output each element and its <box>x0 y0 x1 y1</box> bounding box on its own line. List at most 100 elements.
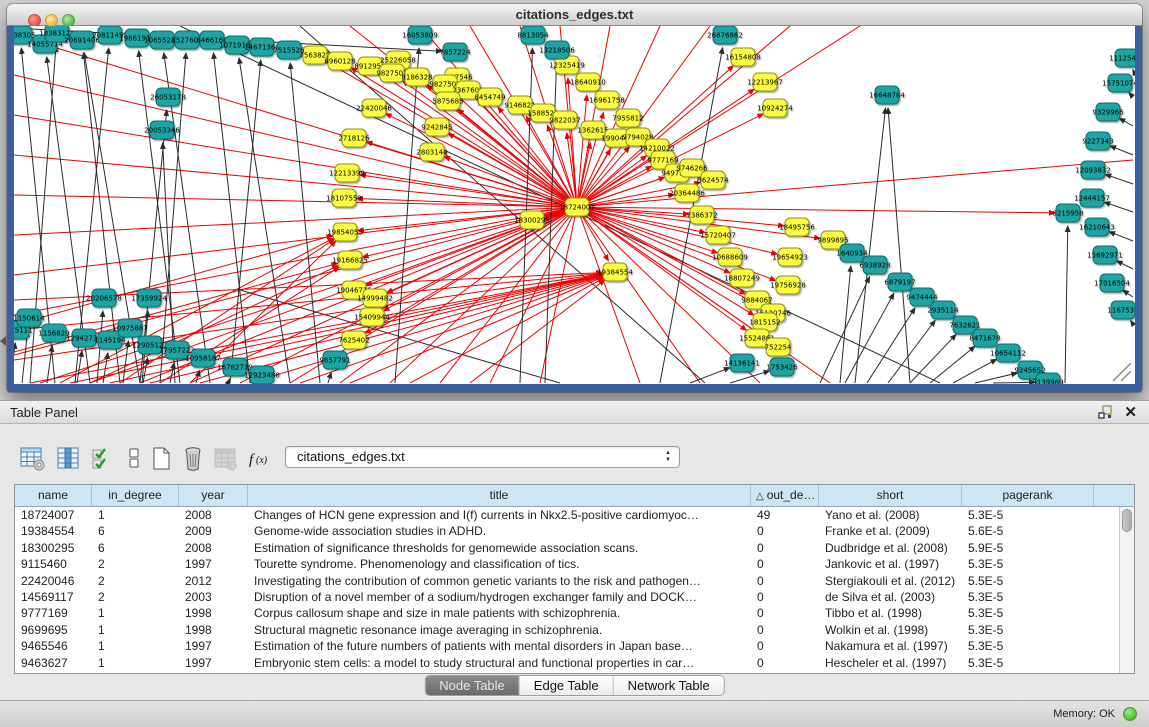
graph-node[interactable]: 12213967 <box>747 73 783 91</box>
graph-node[interactable]: 8471678 <box>969 329 1000 347</box>
table-row[interactable]: 946362711997Embryonic stem cells: a mode… <box>15 655 1119 671</box>
graph-node[interactable]: 17016504 <box>1094 274 1130 292</box>
graph-node[interactable]: 16961758 <box>589 91 625 109</box>
column-header-name[interactable]: name <box>15 485 92 506</box>
table-cell[interactable]: Corpus callosum shape and size in male p… <box>248 605 751 621</box>
table-cell[interactable]: 5.5E-5 <box>962 573 1094 589</box>
table-cell[interactable]: 2 <box>92 556 179 572</box>
graph-node[interactable]: 7515526 <box>273 41 305 59</box>
table-cell[interactable]: 5.3E-5 <box>962 655 1094 671</box>
tab-node-table[interactable]: Node Table <box>425 676 520 695</box>
table-cell[interactable]: 18724007 <box>15 507 92 523</box>
graph-node[interactable]: 15720407 <box>700 226 736 244</box>
graph-node[interactable]: 16053809 <box>402 26 438 44</box>
graph-node[interactable]: 10688609 <box>712 248 748 266</box>
table-cell[interactable]: 0 <box>751 655 819 671</box>
table-cell[interactable]: Tibbo et al. (1998) <box>819 605 962 621</box>
column-header-year[interactable]: year <box>179 485 248 506</box>
table-cell[interactable]: 0 <box>751 540 819 556</box>
graph-node[interactable]: 9242845 <box>421 118 452 136</box>
table-cell[interactable]: Embryonic stem cells: a model to study s… <box>248 655 751 671</box>
select-columns-icon[interactable] <box>88 443 116 473</box>
table-cell[interactable]: Disruption of a novel member of a sodium… <box>248 589 751 605</box>
table-cell[interactable]: 2003 <box>179 589 248 605</box>
graph-node[interactable]: 2935114 <box>927 301 959 319</box>
table-cell[interactable]: 5.3E-5 <box>962 638 1094 654</box>
table-cell[interactable]: Hescheler et al. (1997) <box>819 655 962 671</box>
table-cell[interactable]: 1 <box>92 507 179 523</box>
table-cell[interactable]: Jankovic et al. (1997) <box>819 556 962 572</box>
table-cell[interactable]: Genome-wide association studies in ADHD. <box>248 523 751 539</box>
window-titlebar[interactable]: citations_edges.txt <box>7 4 1142 26</box>
table-cell[interactable]: 6 <box>92 540 179 556</box>
table-cell[interactable]: 1 <box>92 622 179 638</box>
show-columns-icon[interactable] <box>54 443 82 473</box>
graph-node[interactable]: 12093832 <box>1075 161 1111 179</box>
table-cell[interactable]: Stergiakouli et al. (2012) <box>819 573 962 589</box>
graph-node[interactable]: 752254 <box>765 338 792 356</box>
table-cell[interactable]: Structural magnetic resonance image aver… <box>248 622 751 638</box>
table-row[interactable]: 911546021997Tourette syndrome. Phenomeno… <box>15 556 1119 572</box>
table-cell[interactable]: 0 <box>751 605 819 621</box>
graph-node[interactable]: 5875685 <box>432 92 463 110</box>
table-cell[interactable]: 5.3E-5 <box>962 507 1094 523</box>
column-header-out_de[interactable]: △out_de… <box>751 485 819 506</box>
table-cell[interactable]: Dudbridge et al. (2008) <box>819 540 962 556</box>
table-select-dropdown[interactable]: citations_edges.txt▲▼ <box>285 446 680 468</box>
graph-node[interactable]: 7386372 <box>686 206 717 224</box>
graph-node[interactable]: 26876862 <box>707 26 743 44</box>
table-cell[interactable]: 5.3E-5 <box>962 556 1094 572</box>
table-cell[interactable]: 0 <box>751 638 819 654</box>
graph-node[interactable]: 15751074 <box>1102 74 1135 92</box>
table-cell[interactable]: Wolkin et al. (1998) <box>819 622 962 638</box>
graph-node[interactable]: 12213399 <box>329 164 365 182</box>
table-cell[interactable]: 1 <box>92 655 179 671</box>
table-cell[interactable]: 1 <box>92 638 179 654</box>
table-row[interactable]: 946554611997Estimation of the future num… <box>15 638 1119 654</box>
function-builder-icon[interactable]: f(x) <box>246 443 274 473</box>
column-header-title[interactable]: title <box>248 485 751 506</box>
graph-node[interactable]: 19756928 <box>770 276 806 294</box>
table-cell[interactable]: 0 <box>751 523 819 539</box>
vertical-scrollbar[interactable] <box>1119 507 1134 673</box>
graph-node[interactable]: 16154808 <box>725 48 761 66</box>
graph-node[interactable]: 1753426 <box>766 358 798 376</box>
scrollbar-thumb[interactable] <box>1122 509 1132 532</box>
table-cell[interactable]: 1998 <box>179 605 248 621</box>
graph-node[interactable]: 14136141 <box>724 354 760 372</box>
table-cell[interactable]: 5.3E-5 <box>962 589 1094 605</box>
float-panel-icon[interactable] <box>1098 405 1113 420</box>
table-cell[interactable]: 2 <box>92 573 179 589</box>
column-header-short[interactable]: short <box>819 485 962 506</box>
table-cell[interactable]: 0 <box>751 589 819 605</box>
table-row[interactable]: 969969511998Structural magnetic resonanc… <box>15 622 1119 638</box>
graph-node[interactable]: 9329966 <box>1092 103 1124 121</box>
table-row[interactable]: 2242004622012Investigating the contribut… <box>15 573 1119 589</box>
graph-node[interactable]: 3624574 <box>697 171 729 189</box>
graph-node[interactable]: 1150614 <box>14 309 45 327</box>
graph-node[interactable]: 1167533 <box>1107 301 1135 319</box>
table-cell[interactable]: 1 <box>92 605 179 621</box>
table-cell[interactable]: Tourette syndrome. Phenomenology and cla… <box>248 556 751 572</box>
graph-node[interactable]: 16210643 <box>1079 218 1115 236</box>
table-cell[interactable]: 2008 <box>179 540 248 556</box>
table-cell[interactable]: 6 <box>92 523 179 539</box>
table-cell[interactable]: 1998 <box>179 622 248 638</box>
table-row[interactable]: 1938455462009Genome-wide association stu… <box>15 523 1119 539</box>
graph-node[interactable]: 8960128 <box>324 52 355 70</box>
canvas-resize-grip[interactable] <box>1113 363 1131 381</box>
table-cell[interactable]: 1997 <box>179 556 248 572</box>
new-column-icon[interactable] <box>147 443 175 473</box>
graph-node[interactable]: 8454749 <box>474 88 505 106</box>
table-cell[interactable]: 0 <box>751 622 819 638</box>
graph-node[interactable]: 18107559 <box>326 189 362 207</box>
network-canvas[interactable]: 1872400775638228960128891295425226058982… <box>14 26 1135 384</box>
table-cell[interactable]: 0 <box>751 556 819 572</box>
table-cell[interactable]: Investigating the contribution of common… <box>248 573 751 589</box>
row-height-icon[interactable] <box>120 443 148 473</box>
table-row[interactable]: 1872400712008Changes of HCN gene express… <box>15 507 1119 523</box>
table-cell[interactable]: 9463627 <box>15 655 92 671</box>
table-row[interactable]: 1830029562008Estimation of significance … <box>15 540 1119 556</box>
graph-node[interactable]: 6879197 <box>884 273 915 291</box>
table-cell[interactable]: Yano et al. (2008) <box>819 507 962 523</box>
